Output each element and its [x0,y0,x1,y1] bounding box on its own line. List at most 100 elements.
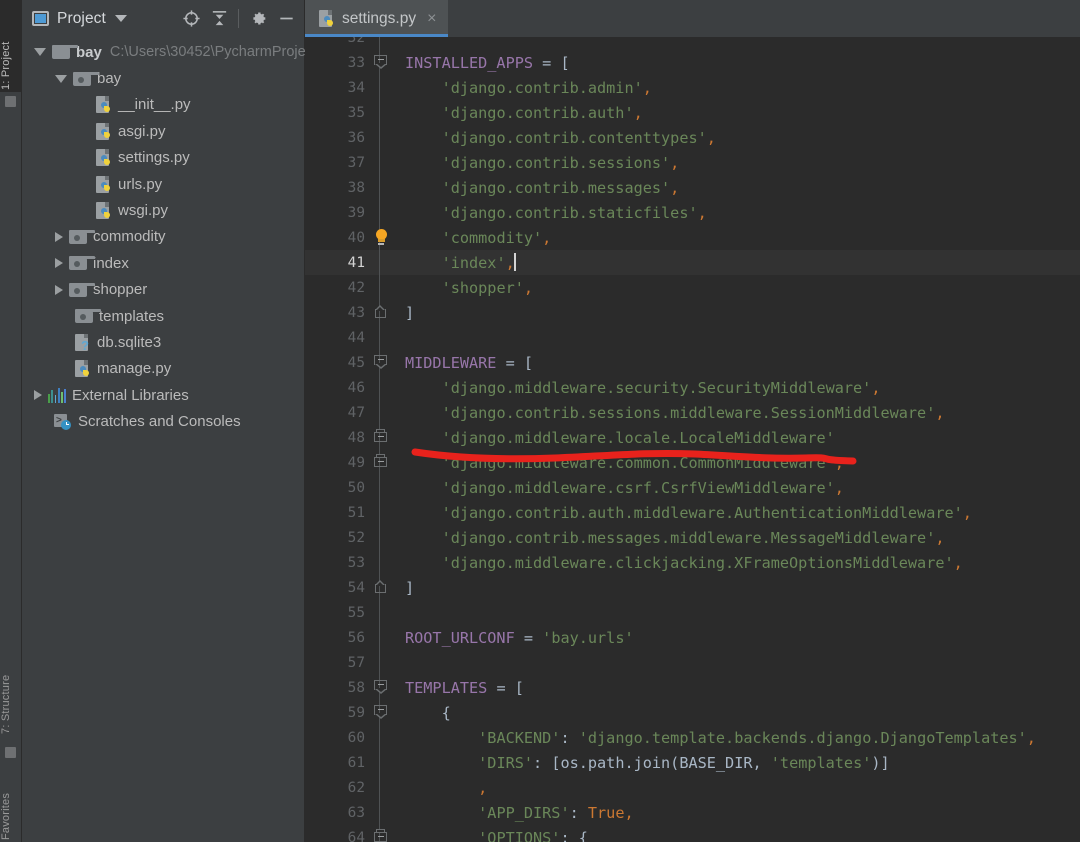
tree-node-index[interactable]: index [22,250,304,276]
tree-node--init-py[interactable]: __init__.py [22,92,304,118]
code-line-47[interactable]: 47 'django.contrib.sessions.middleware.S… [305,400,1080,425]
code-line-38[interactable]: 38 'django.contrib.messages', [305,175,1080,200]
fold-marker-expanded-icon[interactable] [374,705,387,720]
gutter-fold-area [365,200,393,225]
code-line-37[interactable]: 37 'django.contrib.sessions', [305,150,1080,175]
fold-marker-expanded-icon[interactable] [374,355,387,370]
fold-marker-expanded-icon[interactable] [374,680,387,695]
code-viewport[interactable]: 32 33 INSTALLED_APPS = [34 'django.contrib… [305,37,1080,842]
tree-node-settings-py[interactable]: settings.py [22,145,304,171]
code-line-39[interactable]: 39 'django.contrib.staticfiles', [305,200,1080,225]
code-line-42[interactable]: 42 'shopper', [305,275,1080,300]
code-text: ] [393,304,414,322]
tool-window-button-favorites[interactable]: Favorites [0,764,22,840]
tree-node-wsgi-py[interactable]: wsgi.py [22,197,304,223]
gutter-fold-area [365,100,393,125]
fold-marker-collapsed-icon[interactable] [374,829,387,842]
fold-marker-collapsed-icon[interactable] [374,454,387,469]
tree-node-bay[interactable]: bay [22,65,304,91]
code-line-50[interactable]: 50 'django.middleware.csrf.CsrfViewMiddl… [305,475,1080,500]
project-file-tree[interactable]: bay C:\Users\30452\PycharmProje bay __init_… [22,37,306,435]
code-line-35[interactable]: 35 'django.contrib.auth', [305,100,1080,125]
code-line-48[interactable]: 48 'django.middleware.locale.LocaleMiddl… [305,425,1080,450]
code-line-51[interactable]: 51 'django.contrib.auth.middleware.Authe… [305,500,1080,525]
tree-node-bay[interactable]: bay C:\Users\30452\PycharmProje [22,39,306,65]
chevron-collapsed-icon[interactable] [55,231,63,242]
code-line-61[interactable]: 61 'DIRS': [os.path.join(BASE_DIR, 'temp… [305,750,1080,775]
code-line-36[interactable]: 36 'django.contrib.contenttypes', [305,125,1080,150]
code-text: 'commodity', [393,229,552,247]
tree-node-templates[interactable]: templates [22,303,304,329]
fold-marker-end-icon[interactable] [375,580,387,594]
tool-window-button-project[interactable]: 1: Project [0,0,22,92]
fold-marker-expanded-icon[interactable] [374,55,387,70]
tree-node-urls-py[interactable]: urls.py [22,171,304,197]
code-line-55[interactable]: 55 [305,600,1080,625]
code-line-43[interactable]: 43] [305,300,1080,325]
code-token: TEMPLATES [405,678,488,697]
code-line-63[interactable]: 63 'APP_DIRS': True, [305,800,1080,825]
tree-node-db-sqlite3[interactable]: ? db.sqlite3 [22,329,304,355]
code-line-49[interactable]: 49 'django.middleware.common.CommonMiddl… [305,450,1080,475]
code-token: , [642,78,652,97]
code-line-32[interactable]: 32 [305,37,1080,50]
tool-window-button-structure[interactable]: 7: Structure [0,648,22,734]
tree-node-commodity[interactable]: commodity [22,224,304,250]
chevron-collapsed-icon[interactable] [55,284,63,295]
code-line-62[interactable]: 62 , [305,775,1080,800]
gear-icon[interactable] [244,5,272,33]
gutter-fold-area [365,725,393,750]
tool-window-strip-marker-bottom [5,747,16,758]
gutter-fold-area [365,650,393,675]
tree-node-label: shopper [93,281,148,299]
tree-node-shopper[interactable]: shopper [22,277,304,303]
code-line-52[interactable]: 52 'django.contrib.messages.middleware.M… [305,525,1080,550]
code-line-53[interactable]: 53 'django.middleware.clickjacking.XFram… [305,550,1080,575]
sqlite-file-icon: ? [75,333,91,352]
code-line-64[interactable]: 64 'OPTIONS': { [305,825,1080,842]
code-line-45[interactable]: 45 MIDDLEWARE = [ [305,350,1080,375]
line-number: 44 [347,329,365,346]
collapse-all-icon[interactable] [205,5,233,33]
code-line-58[interactable]: 58 TEMPLATES = [ [305,675,1080,700]
code-line-33[interactable]: 33 INSTALLED_APPS = [ [305,50,1080,75]
minimize-icon[interactable] [272,5,300,33]
code-line-34[interactable]: 34 'django.contrib.admin', [305,75,1080,100]
code-text: 'django.contrib.contenttypes', [393,129,716,147]
code-line-59[interactable]: 59 { [305,700,1080,725]
locate-icon[interactable] [177,5,205,33]
libraries-icon [48,387,66,403]
tree-node-scratches-and-consoles[interactable]: > Scratches and Consoles [22,408,304,434]
tree-node-manage-py[interactable]: manage.py [22,356,304,382]
code-line-54[interactable]: 54] [305,575,1080,600]
code-token: , [935,528,945,547]
code-line-60[interactable]: 60 'BACKEND': 'django.template.backends.… [305,725,1080,750]
chevron-expanded-icon[interactable] [55,74,67,83]
code-line-56[interactable]: 56 ROOT_URLCONF = 'bay.urls' [305,625,1080,650]
chevron-expanded-icon[interactable] [34,48,46,57]
intention-bulb-icon[interactable] [374,229,388,246]
chevron-collapsed-icon[interactable] [34,390,42,401]
editor-tab-settings-py[interactable]: settings.py × [305,0,449,37]
module-folder-icon [69,229,95,244]
chevron-down-icon[interactable] [114,15,127,22]
code-line-40[interactable]: 40 'commodity', [305,225,1080,250]
tree-node-asgi-py[interactable]: asgi.py [22,118,304,144]
code-token: ] [405,303,415,322]
code-line-57[interactable]: 57 [305,650,1080,675]
tree-node-external-libraries[interactable]: External Libraries [22,382,304,408]
chevron-collapsed-icon[interactable] [55,258,63,269]
fold-marker-end-icon[interactable] [375,305,387,319]
code-line-41[interactable]: 41 'index', [305,250,1080,275]
code-line-46[interactable]: 46 'django.middleware.security.SecurityM… [305,375,1080,400]
fold-marker-collapsed-icon[interactable] [374,429,387,444]
code-line-44[interactable]: 44 [305,325,1080,350]
close-icon[interactable]: × [427,10,436,26]
